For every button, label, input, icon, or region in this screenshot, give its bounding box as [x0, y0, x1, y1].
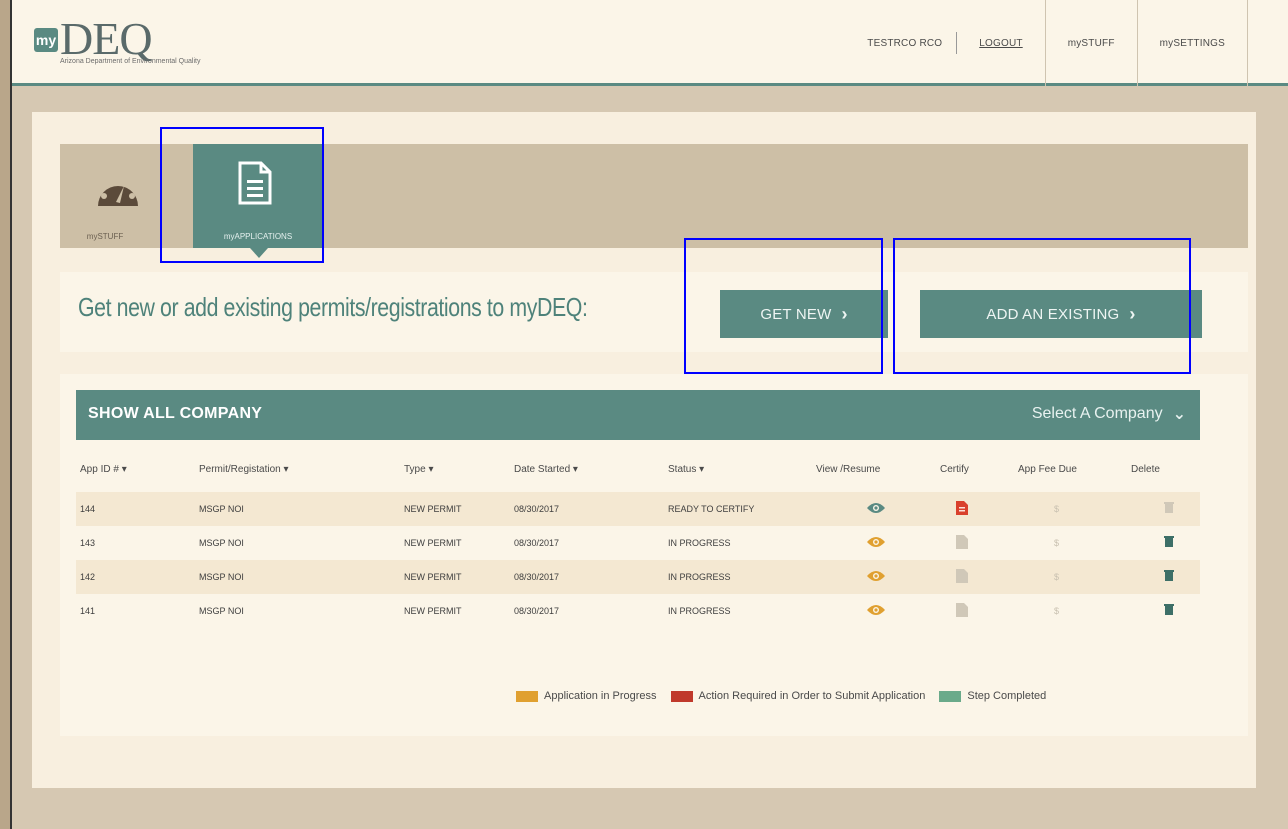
logo-badge: my — [34, 28, 58, 52]
legend-item-completed: Step Completed — [939, 690, 1046, 702]
certify-document-icon[interactable] — [956, 501, 968, 517]
tab-myapplications[interactable]: myAPPLICATIONS — [193, 144, 323, 258]
get-new-label: GET NEW — [760, 305, 832, 323]
legend-item-in-progress: Application in Progress — [516, 690, 657, 702]
certify-document-icon — [956, 603, 968, 619]
user-name: TESTRCO RCO — [867, 37, 943, 49]
col-permit[interactable]: Permit/Registation ▾ — [199, 464, 289, 475]
trash-icon[interactable] — [1164, 569, 1174, 583]
tab-bar: mySTUFF myAPPLICATIONS — [60, 144, 1248, 258]
cell-date: 08/30/2017 — [514, 504, 560, 514]
tab-myapplications-label: myAPPLICATIONS — [223, 232, 293, 241]
table-row: 142 MSGP NOI NEW PERMIT 08/30/2017 IN PR… — [76, 560, 1200, 594]
table-row: 141 MSGP NOI NEW PERMIT 08/30/2017 IN PR… — [76, 594, 1200, 628]
cell-app-id: 144 — [80, 504, 96, 514]
chevron-right-icon: › — [1129, 303, 1136, 324]
nav-divider — [1247, 0, 1248, 86]
chevron-right-icon: › — [841, 303, 848, 324]
gauge-icon — [98, 176, 138, 206]
table-row: 143 MSGP NOI NEW PERMIT 08/30/2017 IN PR… — [76, 526, 1200, 560]
main-panel: mySTUFF myAPPLICATIONS Get new or add ex… — [32, 112, 1256, 788]
company-select-label: Select A Company — [1031, 405, 1163, 422]
col-app-id[interactable]: App ID # ▾ — [80, 464, 127, 475]
certify-document-icon — [956, 569, 968, 585]
add-existing-button[interactable]: ADD AN EXISTING › — [920, 290, 1202, 338]
legend-swatch — [670, 690, 693, 702]
col-status[interactable]: Status ▾ — [668, 464, 704, 475]
logout-link[interactable]: LOGOUT — [957, 0, 1044, 86]
cell-app-id: 142 — [80, 572, 96, 582]
cell-date: 08/30/2017 — [514, 606, 560, 616]
legend-swatch — [939, 690, 962, 702]
cell-status: IN PROGRESS — [668, 606, 731, 616]
cell-type: NEW PERMIT — [404, 606, 462, 616]
cell-permit: MSGP NOI — [199, 606, 244, 616]
cell-app-id: 143 — [80, 538, 96, 548]
cta-row: Get new or add existing permits/registra… — [60, 272, 1248, 352]
legend-label: Step Completed — [967, 690, 1047, 702]
table-row: 144 MSGP NOI NEW PERMIT 08/30/2017 READY… — [76, 492, 1200, 526]
legend-swatch — [516, 690, 538, 702]
cell-status: IN PROGRESS — [668, 538, 731, 548]
window-frame-left — [0, 0, 12, 829]
site-header: my DEQ Arizona Department of Environment… — [12, 0, 1288, 86]
cell-date: 08/30/2017 — [514, 538, 560, 548]
legend-label: Application in Progress — [544, 690, 657, 702]
cell-type: NEW PERMIT — [404, 538, 462, 548]
cell-app-id: 141 — [80, 606, 96, 616]
eye-icon[interactable] — [866, 603, 886, 619]
top-nav: TESTRCO RCO LOGOUT mySTUFF mySETTINGS — [845, 0, 1288, 86]
fee-dollar-icon: $ — [1054, 572, 1060, 582]
col-type[interactable]: Type ▾ — [404, 464, 433, 475]
col-view-resume: View /Resume — [816, 464, 881, 475]
tab-mystuff-label: mySTUFF — [86, 232, 124, 241]
status-legend: Application in Progress Action Required … — [516, 690, 1054, 702]
cell-type: NEW PERMIT — [404, 504, 462, 514]
trash-icon[interactable] — [1164, 603, 1174, 617]
cell-status: READY TO CERTIFY — [668, 504, 755, 514]
cell-date: 08/30/2017 — [514, 572, 560, 582]
fee-dollar-icon: $ — [1054, 504, 1060, 514]
legend-label: Action Required in Order to Submit Appli… — [698, 690, 926, 702]
col-app-fee-due: App Fee Due — [1018, 464, 1077, 475]
trash-icon[interactable] — [1164, 535, 1174, 549]
cta-heading: Get new or add existing permits/registra… — [78, 292, 588, 322]
company-select[interactable]: Select A Company ⌄ — [1032, 404, 1186, 424]
nav-mystuff-link[interactable]: mySTUFF — [1046, 0, 1137, 86]
show-all-company-button[interactable]: SHOW ALL COMPANY — [88, 405, 262, 423]
eye-icon[interactable] — [866, 569, 886, 585]
logo-subtitle: Arizona Department of Environmental Qual… — [60, 58, 201, 65]
cell-status: IN PROGRESS — [668, 572, 731, 582]
applications-table: SHOW ALL COMPANY Select A Company ⌄ App … — [60, 374, 1248, 736]
eye-icon[interactable] — [866, 535, 886, 551]
table-toolbar: SHOW ALL COMPANY Select A Company ⌄ — [76, 390, 1200, 440]
cell-type: NEW PERMIT — [404, 572, 462, 582]
document-icon — [238, 161, 272, 205]
eye-icon[interactable] — [866, 501, 886, 517]
fee-dollar-icon: $ — [1054, 538, 1060, 548]
col-delete: Delete — [1131, 464, 1160, 475]
table-body: 144 MSGP NOI NEW PERMIT 08/30/2017 READY… — [76, 492, 1200, 628]
get-new-button[interactable]: GET NEW › — [720, 290, 888, 338]
col-date-started[interactable]: Date Started ▾ — [514, 464, 578, 475]
col-certify: Certify — [940, 464, 969, 475]
chevron-down-icon: ⌄ — [1172, 406, 1186, 423]
trash-icon — [1164, 501, 1174, 515]
cell-permit: MSGP NOI — [199, 572, 244, 582]
add-existing-label: ADD AN EXISTING — [986, 305, 1120, 323]
nav-mysettings-link[interactable]: mySETTINGS — [1138, 0, 1247, 86]
table-header-row: App ID # ▾ Permit/Registation ▾ Type ▾ D… — [76, 464, 1200, 486]
tab-mystuff[interactable]: mySTUFF — [60, 144, 190, 248]
fee-dollar-icon: $ — [1054, 606, 1060, 616]
certify-document-icon — [956, 535, 968, 551]
mydeq-logo[interactable]: my DEQ Arizona Department of Environment… — [34, 14, 314, 74]
cell-permit: MSGP NOI — [199, 504, 244, 514]
cell-permit: MSGP NOI — [199, 538, 244, 548]
logo-text: DEQ — [60, 13, 153, 64]
legend-item-action-required: Action Required in Order to Submit Appli… — [670, 690, 926, 702]
